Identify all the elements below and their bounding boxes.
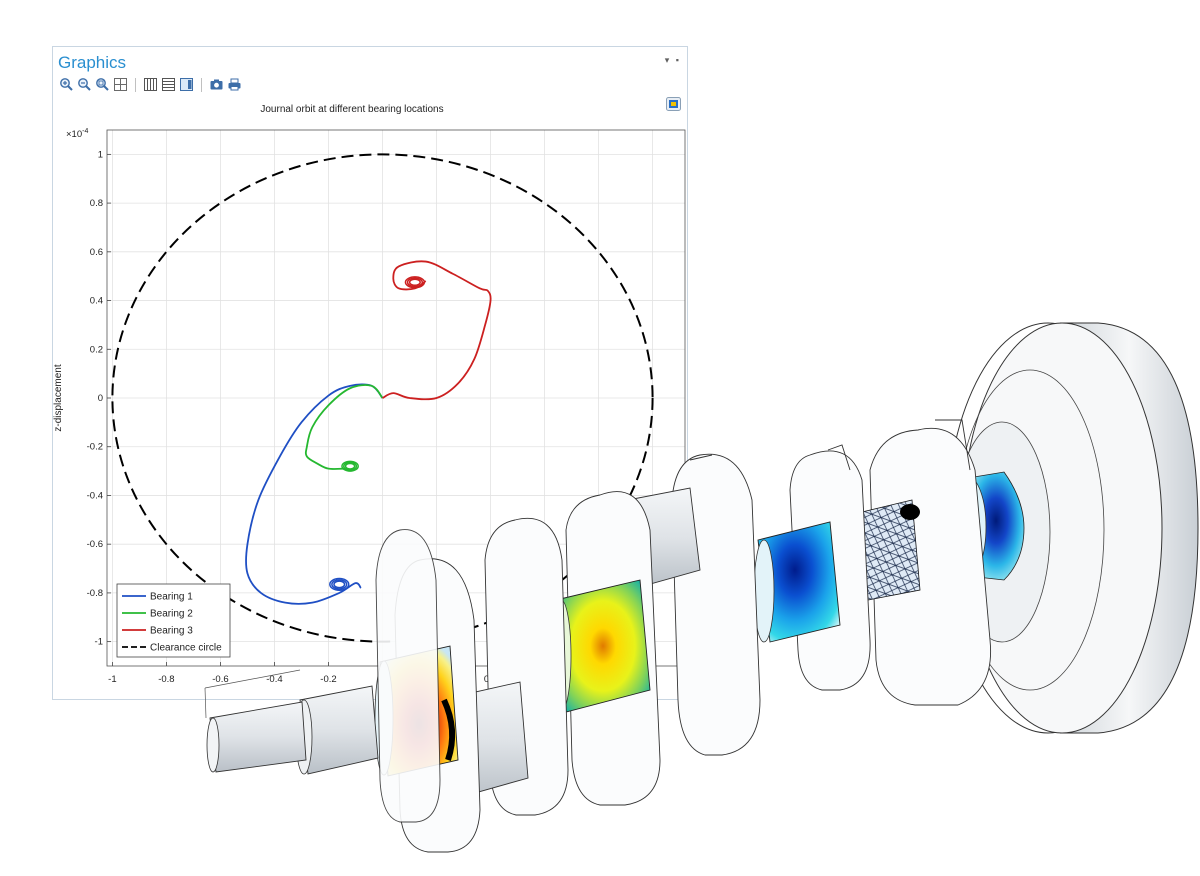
meshed-journal	[861, 499, 921, 601]
crankshaft-model	[204, 322, 1199, 853]
bearing-blue	[753, 521, 841, 643]
crank-web-0	[375, 529, 441, 823]
shaft-end	[204, 669, 379, 775]
